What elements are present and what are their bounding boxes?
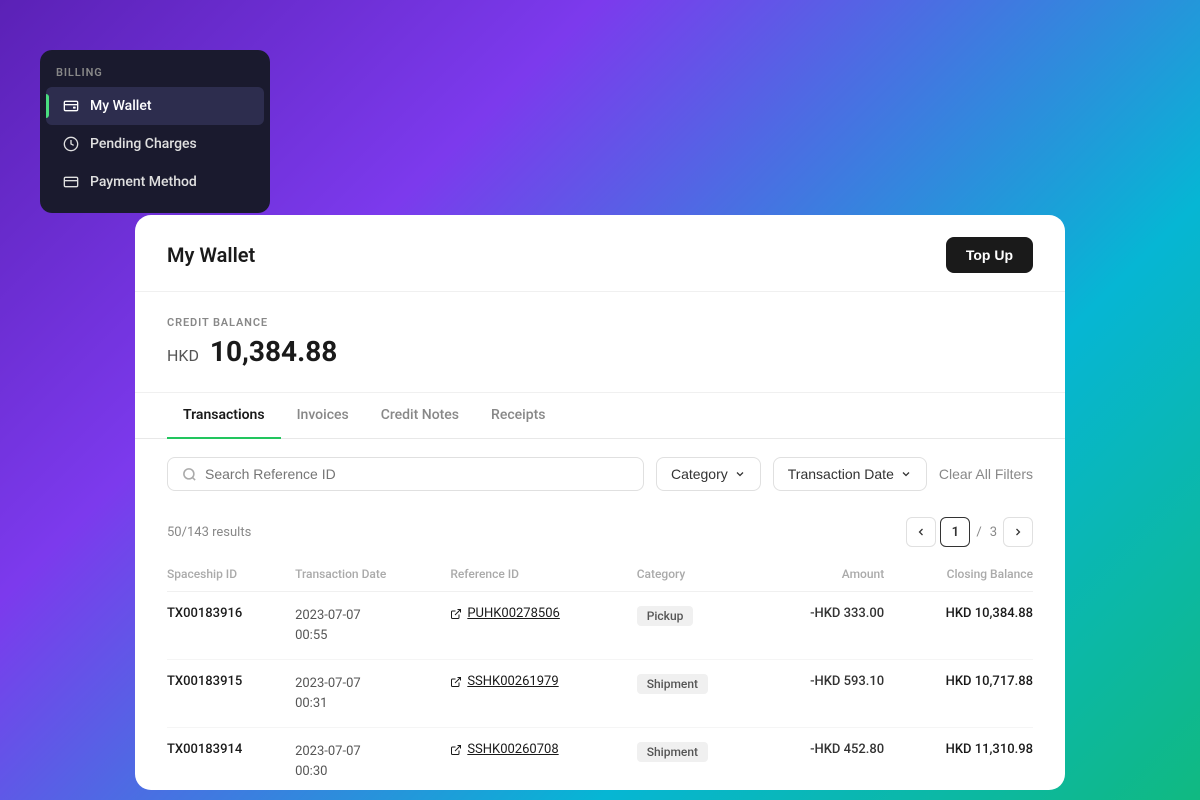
reference-link[interactable]: SSHK00260708: [450, 742, 636, 757]
chevron-left-icon: [915, 526, 927, 538]
page-title: My Wallet: [167, 243, 255, 267]
credit-value: 10,384.88: [210, 335, 337, 368]
pagination-separator: /: [974, 525, 983, 540]
cell-category: Shipment: [637, 728, 758, 791]
cell-closing-balance: HKD 10,717.88: [884, 660, 1033, 728]
cell-transaction-date: 2023-07-0700:55: [295, 592, 450, 660]
col-closing-balance: Closing Balance: [884, 559, 1033, 592]
pagination-total: 3: [988, 525, 999, 540]
clear-all-filters-button[interactable]: Clear All Filters: [939, 466, 1033, 482]
chevron-right-icon: [1012, 526, 1024, 538]
category-badge: Pickup: [637, 606, 694, 626]
sidebar-item-my-wallet[interactable]: My Wallet: [46, 87, 264, 125]
transaction-date-filter-button[interactable]: Transaction Date: [773, 457, 927, 491]
reference-link[interactable]: SSHK00261979: [450, 674, 636, 689]
col-category: Category: [637, 559, 758, 592]
sidebar-payment-method-label: Payment Method: [90, 174, 197, 190]
col-amount: Amount: [758, 559, 884, 592]
tab-invoices[interactable]: Invoices: [281, 393, 365, 439]
cell-amount: -HKD 452.80: [758, 728, 884, 791]
credit-balance-section: CREDIT BALANCE HKD 10,384.88: [135, 292, 1065, 393]
tab-transactions[interactable]: Transactions: [167, 393, 281, 439]
table-section: 50/143 results 1 / 3: [135, 509, 1065, 790]
table-meta-row: 50/143 results 1 / 3: [167, 509, 1033, 559]
cell-reference-id: PUHK00278506: [450, 592, 636, 660]
pagination-current-page: 1: [940, 517, 970, 547]
tab-receipts[interactable]: Receipts: [475, 393, 561, 439]
credit-currency: HKD: [167, 346, 199, 365]
external-link-icon: [450, 744, 462, 756]
tabs-bar: Transactions Invoices Credit Notes Recei…: [135, 393, 1065, 439]
results-count: 50/143 results: [167, 525, 251, 540]
sidebar-menu: BILLING My Wallet Pending Charges: [40, 50, 270, 213]
credit-amount: HKD 10,384.88: [167, 335, 1033, 368]
pagination-next-button[interactable]: [1003, 517, 1033, 547]
search-input[interactable]: [205, 466, 629, 482]
cell-amount: -HKD 593.10: [758, 660, 884, 728]
filters-row: Category Transaction Date Clear All Filt…: [135, 439, 1065, 509]
category-badge: Shipment: [637, 742, 708, 762]
cell-closing-balance: HKD 11,310.98: [884, 728, 1033, 791]
transaction-date-filter-label: Transaction Date: [788, 466, 894, 482]
cell-reference-id: SSHK00260708: [450, 728, 636, 791]
cell-reference-id: SSHK00261979: [450, 660, 636, 728]
transactions-table: Spaceship ID Transaction Date Reference …: [167, 559, 1033, 790]
category-filter-button[interactable]: Category: [656, 457, 761, 491]
reference-link[interactable]: PUHK00278506: [450, 606, 636, 621]
search-icon: [182, 467, 197, 482]
main-card: My Wallet Top Up CREDIT BALANCE HKD 10,3…: [135, 215, 1065, 790]
active-indicator: [46, 94, 49, 118]
col-transaction-date: Transaction Date: [295, 559, 450, 592]
category-filter-label: Category: [671, 466, 728, 482]
cell-spaceship-id: TX00183916: [167, 592, 295, 660]
col-reference-id: Reference ID: [450, 559, 636, 592]
sidebar-item-payment-method[interactable]: Payment Method: [46, 163, 264, 201]
payment-method-icon: [62, 173, 80, 191]
table-row: TX00183915 2023-07-0700:31 SSHK00261979 …: [167, 660, 1033, 728]
wallet-icon: [62, 97, 80, 115]
table-row: TX00183916 2023-07-0700:55 PUHK00278506 …: [167, 592, 1033, 660]
pending-charges-icon: [62, 135, 80, 153]
credit-label: CREDIT BALANCE: [167, 316, 1033, 329]
pagination: 1 / 3: [906, 517, 1033, 547]
cell-closing-balance: HKD 10,384.88: [884, 592, 1033, 660]
search-box: [167, 457, 644, 491]
cell-category: Shipment: [637, 660, 758, 728]
topup-button[interactable]: Top Up: [946, 237, 1033, 273]
cell-spaceship-id: TX00183914: [167, 728, 295, 791]
card-header: My Wallet Top Up: [135, 215, 1065, 292]
category-dropdown-icon: [734, 468, 746, 480]
cell-transaction-date: 2023-07-0700:30: [295, 728, 450, 791]
sidebar-item-pending-charges[interactable]: Pending Charges: [46, 125, 264, 163]
external-link-icon: [450, 676, 462, 688]
cell-spaceship-id: TX00183915: [167, 660, 295, 728]
tab-credit-notes[interactable]: Credit Notes: [365, 393, 475, 439]
cell-transaction-date: 2023-07-0700:31: [295, 660, 450, 728]
table-row: TX00183914 2023-07-0700:30 SSHK00260708 …: [167, 728, 1033, 791]
transaction-date-dropdown-icon: [900, 468, 912, 480]
pagination-prev-button[interactable]: [906, 517, 936, 547]
sidebar-my-wallet-label: My Wallet: [90, 98, 152, 114]
sidebar-section-label: BILLING: [40, 62, 270, 87]
cell-category: Pickup: [637, 592, 758, 660]
sidebar-pending-charges-label: Pending Charges: [90, 136, 197, 152]
category-badge: Shipment: [637, 674, 708, 694]
col-spaceship-id: Spaceship ID: [167, 559, 295, 592]
cell-amount: -HKD 333.00: [758, 592, 884, 660]
external-link-icon: [450, 608, 462, 620]
